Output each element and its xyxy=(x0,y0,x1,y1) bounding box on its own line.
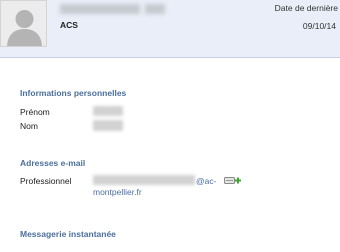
user-silhouette-icon xyxy=(0,0,47,47)
firstname-value-redacted xyxy=(93,106,123,116)
last-update-date: 09/10/14 xyxy=(302,21,336,31)
email-link-suffix[interactable]: @ac- xyxy=(196,176,216,187)
email-link-domain[interactable]: montpellier.fr xyxy=(93,187,142,198)
section-emails-title: Adresses e-mail xyxy=(20,158,86,168)
redacted-name-part xyxy=(145,4,165,14)
professional-email-label: Professionnel xyxy=(20,176,72,186)
edit-add-icon[interactable] xyxy=(224,176,242,187)
firstname-label: Prénom xyxy=(20,107,50,117)
organization-label: ACS xyxy=(60,20,78,30)
lastname-label: Nom xyxy=(20,121,38,131)
redacted-name xyxy=(60,4,140,14)
section-personal-info-title: Informations personnelles xyxy=(20,88,127,98)
email-local-part-redacted[interactable] xyxy=(93,175,195,185)
last-update-label: Date de dernière xyxy=(274,3,338,13)
profile-header: ACS Date de dernière 09/10/14 xyxy=(0,0,340,58)
section-messaging-title: Messagerie instantanée xyxy=(20,229,116,239)
lastname-value-redacted xyxy=(93,120,123,131)
